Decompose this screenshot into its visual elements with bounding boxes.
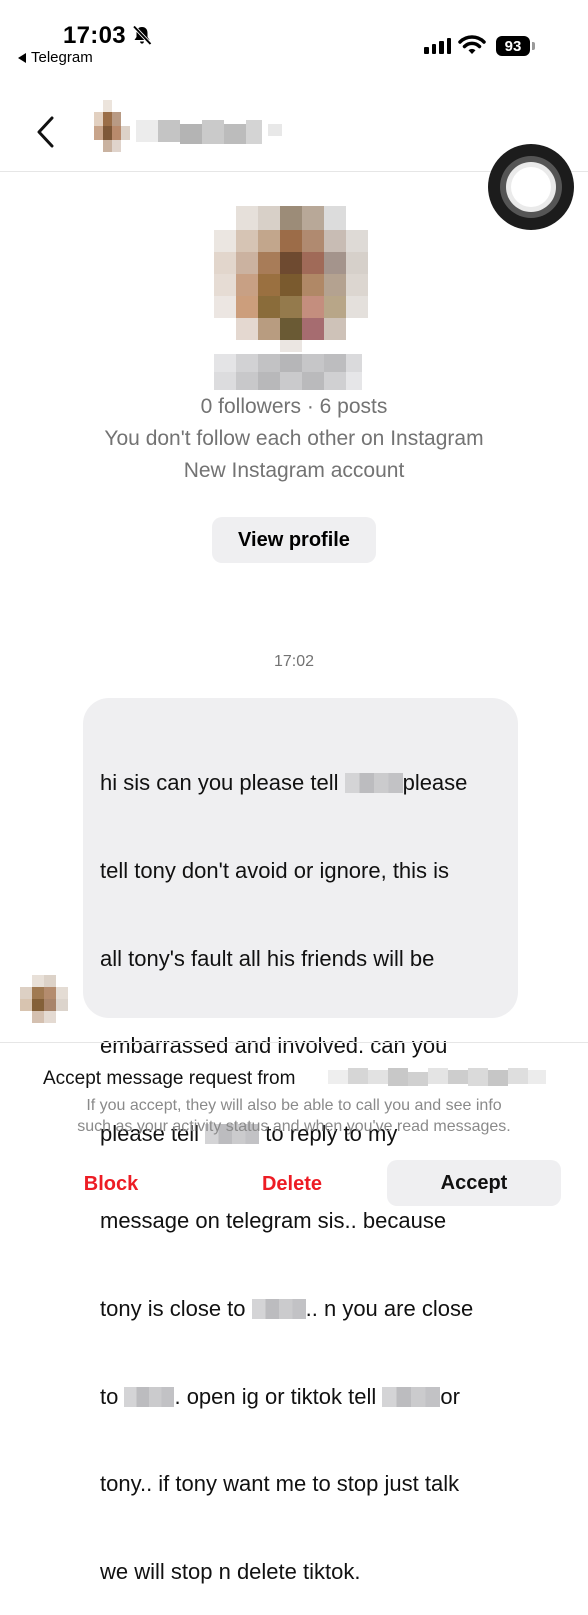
redacted-name <box>251 1299 306 1320</box>
header-avatar[interactable] <box>94 100 130 156</box>
profile-name-redacted <box>214 354 362 390</box>
back-to-app-link[interactable]: Telegram <box>18 49 93 66</box>
request-title: Accept message request from <box>43 1068 296 1089</box>
message-line: message on telegram sis.. because <box>100 1208 447 1234</box>
message-line: tony is close to .. n you are close <box>100 1296 474 1322</box>
battery-icon: 93 <box>496 36 530 56</box>
block-button[interactable]: Block <box>60 1164 162 1204</box>
delete-button[interactable]: Delete <box>240 1164 344 1204</box>
follow-status: You don't follow each other on Instagram <box>104 427 484 450</box>
message-timestamp: 17:02 <box>273 653 315 670</box>
accept-button[interactable]: Accept <box>387 1160 561 1206</box>
wifi-icon <box>458 35 486 54</box>
message-line: to . open ig or tiktok tell or <box>100 1383 460 1409</box>
message-line: embarrassed and involved. can you <box>100 1033 448 1059</box>
account-note: New Instagram account <box>183 459 405 482</box>
back-app-label: Telegram <box>31 49 93 66</box>
back-triangle-icon <box>18 52 26 63</box>
message-line: all tony's fault all his friends will be <box>100 945 435 971</box>
message-line: we will stop n delete tiktok. <box>100 1558 361 1584</box>
redacted-name <box>382 1386 441 1407</box>
profile-stats: 0 followers · 6 posts <box>200 395 388 418</box>
redacted-name <box>124 1386 175 1407</box>
signal-icon <box>424 38 451 54</box>
header-name-redacted <box>136 118 286 148</box>
bell-muted-icon <box>132 25 152 46</box>
profile-avatar[interactable] <box>214 206 368 352</box>
status-time: 17:03 <box>63 22 126 49</box>
message-line: tony.. if tony want me to stop just talk <box>100 1471 460 1497</box>
assistive-touch-button[interactable] <box>488 144 574 230</box>
chevron-left-icon[interactable] <box>34 114 58 150</box>
message-line: hi sis can you please tell please <box>100 770 468 796</box>
view-profile-button[interactable]: View profile <box>212 517 376 563</box>
sender-avatar[interactable] <box>20 975 68 1023</box>
message-line: tell tony don't avoid or ignore, this is <box>100 858 450 884</box>
battery-cap <box>532 42 535 50</box>
redacted-name <box>344 773 403 794</box>
request-name-redacted <box>328 1062 548 1090</box>
request-info: If you accept, they will also be able to… <box>77 1097 511 1135</box>
panel-divider <box>0 1042 588 1043</box>
